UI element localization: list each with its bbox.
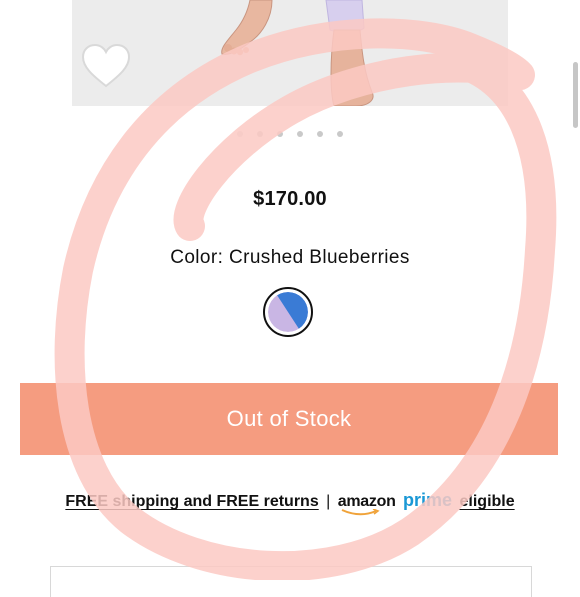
out-of-stock-button[interactable]: Out of Stock xyxy=(20,383,558,455)
amazon-wordmark: amazon xyxy=(337,493,396,510)
color-swatch[interactable] xyxy=(263,287,313,337)
prime-logo: prime xyxy=(403,490,453,510)
carousel-dot[interactable] xyxy=(277,131,283,137)
shipping-info: FREE shipping and FREE returns | amazon … xyxy=(0,490,580,516)
heart-icon[interactable] xyxy=(80,42,132,90)
image-carousel-dots xyxy=(0,131,580,137)
prime-eligible-link[interactable]: eligible xyxy=(460,493,515,510)
product-price: $170.00 xyxy=(253,188,327,210)
color-label: Color: Crushed Blueberries xyxy=(170,247,410,268)
carousel-dot[interactable] xyxy=(317,131,323,137)
product-image[interactable] xyxy=(72,0,508,106)
scrollbar[interactable] xyxy=(573,62,578,128)
amazon-logo: amazon xyxy=(337,493,396,516)
separator: | xyxy=(326,493,331,510)
color-swatch-icon xyxy=(268,292,308,332)
carousel-dot[interactable] xyxy=(237,131,243,137)
free-shipping-link[interactable]: FREE shipping and FREE returns xyxy=(65,493,318,510)
product-photo xyxy=(72,0,508,106)
carousel-dot[interactable] xyxy=(337,131,343,137)
carousel-dot[interactable] xyxy=(297,131,303,137)
carousel-dot[interactable] xyxy=(257,131,263,137)
amazon-smile-icon xyxy=(341,509,380,516)
next-section-box xyxy=(50,566,532,597)
